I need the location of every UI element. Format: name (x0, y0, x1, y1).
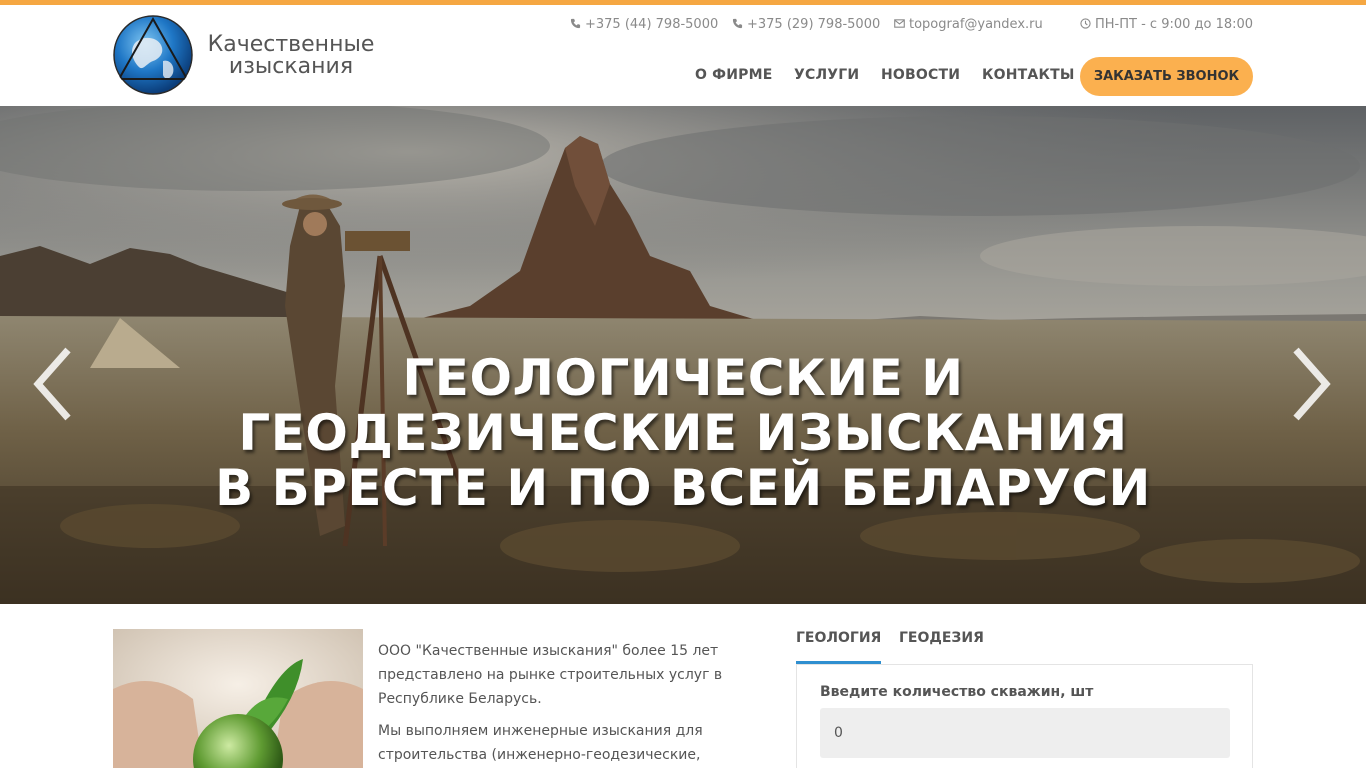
contact-phone-2-text: +375 (29) 798-5000 (747, 17, 881, 32)
tab-geology-label: ГЕОЛОГИЯ (796, 630, 882, 646)
envelope-icon (894, 19, 905, 28)
nav-services[interactable]: УСЛУГИ (794, 67, 859, 83)
main-nav: О ФИРМЕ УСЛУГИ НОВОСТИ КОНТАКТЫ ЗАКАЗАТЬ… (0, 57, 1366, 97)
nav-about[interactable]: О ФИРМЕ (695, 67, 773, 83)
about-paragraph-1: ООО "Качественные изыскания" более 15 ле… (378, 643, 723, 707)
hero-title-line-1: ГЕОЛОГИЧЕСКИЕ И (402, 349, 964, 407)
contact-phone-1-text: +375 (44) 798-5000 (585, 17, 719, 32)
hero-slider: ГЕОЛОГИЧЕСКИЕ И ГЕОДЕЗИЧЕСКИЕ ИЗЫСКАНИЯ … (0, 106, 1366, 604)
about-photo (113, 629, 363, 768)
contact-phone-1[interactable]: +375 (44) 798-5000 (570, 17, 718, 32)
logo-line-1: Качественные (207, 32, 375, 57)
contact-bar: +375 (44) 798-5000 +375 (29) 798-5000 to… (560, 17, 1260, 35)
next-slide-button[interactable] (1286, 344, 1336, 424)
contact-email[interactable]: topograf@yandex.ru (894, 17, 1043, 32)
tab-geology[interactable]: ГЕОЛОГИЯ (796, 630, 882, 664)
tab-geodesy[interactable]: ГЕОДЕЗИЯ (899, 630, 984, 664)
wells-count-input[interactable] (820, 708, 1230, 758)
site-header: Качественные изыскания +375 (44) 798-500… (0, 5, 1366, 106)
calculator-panel: Введите количество скважин, шт (796, 664, 1253, 768)
wells-count-label: Введите количество скважин, шт (820, 684, 1094, 700)
hero-title: ГЕОЛОГИЧЕСКИЕ И ГЕОДЕЗИЧЕСКИЕ ИЗЫСКАНИЯ … (183, 351, 1183, 516)
prev-slide-button[interactable] (28, 344, 78, 424)
chevron-right-icon (1293, 347, 1331, 421)
hero-title-line-2: ГЕОДЕЗИЧЕСКИЕ ИЗЫСКАНИЯ (238, 404, 1128, 462)
contact-hours: ПН-ПТ - с 9:00 до 18:00 (1080, 17, 1253, 32)
contact-email-text: topograf@yandex.ru (909, 17, 1043, 32)
order-call-button[interactable]: ЗАКАЗАТЬ ЗВОНОК (1080, 57, 1253, 96)
about-text: ООО "Качественные изыскания" более 15 ле… (378, 639, 770, 768)
calculator-tabs: ГЕОЛОГИЯ ГЕОДЕЗИЯ (796, 628, 1253, 664)
nav-news[interactable]: НОВОСТИ (881, 67, 960, 83)
phone-icon (570, 18, 581, 29)
about-paragraph-2: Мы выполняем инженерные изыскания для ст… (378, 723, 703, 763)
hero-title-line-3: В БРЕСТЕ И ПО ВСЕЙ БЕЛАРУСИ (215, 459, 1151, 517)
clock-icon (1080, 18, 1091, 29)
contact-hours-text: ПН-ПТ - с 9:00 до 18:00 (1095, 17, 1254, 32)
chevron-left-icon (33, 347, 71, 421)
contact-phone-2[interactable]: +375 (29) 798-5000 (732, 17, 880, 32)
phone-icon (732, 18, 743, 29)
nav-contacts[interactable]: КОНТАКТЫ (982, 67, 1075, 83)
